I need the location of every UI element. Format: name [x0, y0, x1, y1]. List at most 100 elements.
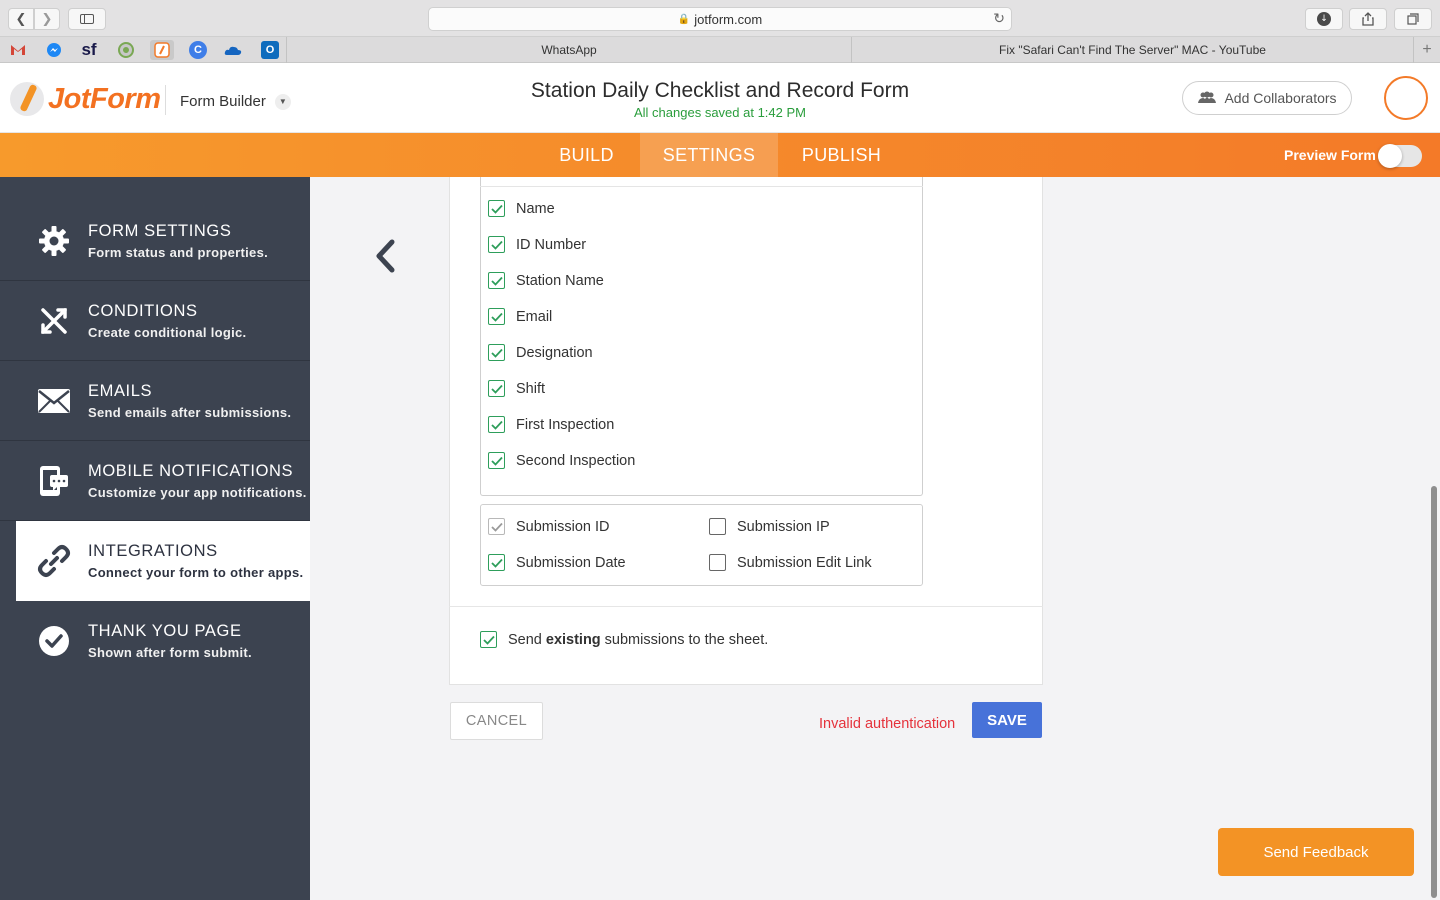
submission-field-row[interactable]: Submission IP [709, 518, 830, 535]
card-divider [449, 606, 1043, 607]
checkbox[interactable] [488, 200, 505, 217]
app-header: JotForm Form Builder ▼ Station Daily Che… [0, 63, 1440, 133]
send-existing-suffix: submissions to the sheet. [604, 631, 769, 648]
jotform-bookmark-icon[interactable] [150, 40, 174, 60]
check-icon [490, 522, 503, 532]
field-label: Name [516, 200, 555, 217]
sidebar-item-title: FORM SETTINGS [88, 222, 232, 240]
header-divider [165, 85, 166, 115]
back-button[interactable]: ❮ [8, 8, 34, 30]
sidebar-toggle-button[interactable] [68, 8, 106, 30]
tab-whatsapp[interactable]: WhatsApp [286, 37, 852, 63]
gear-icon [36, 223, 72, 259]
sidebar-item-conditions[interactable]: CONDITIONS Create conditional logic. [0, 281, 310, 361]
sidebar-item-mobile-notifications[interactable]: MOBILE NOTIFICATIONS Customize your app … [0, 441, 310, 521]
sidebar-item-thank-you-page[interactable]: THANK YOU PAGE Shown after form submit. [0, 601, 310, 681]
checkbox[interactable] [488, 452, 505, 469]
chevron-right-icon: ❯ [41, 11, 53, 27]
checkbox[interactable] [709, 554, 726, 571]
field-label: Email [516, 308, 553, 325]
onedrive-icon[interactable] [224, 41, 242, 59]
sidebar-item-title: THANK YOU PAGE [88, 622, 242, 640]
cancel-button[interactable]: CANCEL [450, 702, 543, 740]
browser-toolbar: ❮ ❯ 🔒 jotform.com ↻ ↓ [0, 0, 1440, 37]
submission-field-row[interactable]: Submission Edit Link [709, 554, 872, 571]
check-icon [490, 204, 503, 214]
submission-field-row[interactable]: Submission Date [488, 554, 626, 571]
mobile-icon [36, 463, 72, 499]
add-collaborators-button[interactable]: Add Collaborators [1182, 81, 1352, 115]
bookmarks-bar: sf C O WhatsApp Fix "Safari Can't Find T… [0, 37, 1440, 63]
check-icon [490, 312, 503, 322]
forward-button[interactable]: ❯ [34, 8, 60, 30]
check-icon [490, 348, 503, 358]
sidebar-item-form-settings[interactable]: FORM SETTINGS Form status and properties… [0, 201, 310, 281]
field-checkbox-row[interactable]: ID Number [488, 236, 586, 253]
save-status: All changes saved at 1:42 PM [634, 105, 806, 120]
outlook-icon[interactable]: O [261, 41, 279, 59]
preview-form-toggle[interactable] [1378, 144, 1422, 168]
share-icon [1362, 12, 1374, 26]
checkbox[interactable] [488, 416, 505, 433]
checkbox[interactable] [488, 554, 505, 571]
sidebar-item-desc: Create conditional logic. [88, 325, 247, 340]
field-checkbox-row[interactable]: Station Name [488, 272, 604, 289]
tab-publish[interactable]: PUBLISH [790, 133, 893, 177]
tab-settings[interactable]: SETTINGS [640, 133, 778, 177]
envelope-icon [36, 383, 72, 419]
field-checkbox-row[interactable]: Name [488, 200, 555, 217]
checkbox[interactable] [709, 518, 726, 535]
avatar[interactable] [1384, 76, 1428, 120]
checkbox[interactable] [488, 308, 505, 325]
checkbox-disabled [488, 518, 505, 535]
downloads-button[interactable]: ↓ [1305, 8, 1343, 30]
address-bar[interactable]: 🔒 jotform.com ↻ [428, 7, 1012, 31]
checkbox[interactable] [488, 344, 505, 361]
check-icon [490, 420, 503, 430]
show-tabs-button[interactable] [1394, 8, 1432, 30]
people-icon [1197, 91, 1217, 105]
gmail-icon[interactable] [9, 41, 27, 59]
save-button[interactable]: SAVE [972, 702, 1042, 738]
checkbox[interactable] [488, 380, 505, 397]
lock-icon: 🔒 [677, 13, 691, 25]
submission-field-row: Submission ID [488, 518, 609, 535]
tab-build[interactable]: BUILD [545, 133, 628, 177]
salesforce-icon[interactable]: sf [80, 40, 98, 59]
back-arrow-button[interactable] [370, 238, 400, 274]
field-checkbox-row[interactable]: First Inspection [488, 416, 614, 433]
checkbox[interactable] [480, 631, 497, 648]
chrome-web-icon[interactable] [117, 41, 135, 59]
canva-icon[interactable]: C [189, 41, 207, 59]
form-title[interactable]: Station Daily Checklist and Record Form [420, 79, 1020, 103]
sidebar-item-desc: Send emails after submissions. [88, 405, 292, 420]
field-checkbox-row[interactable]: Email [488, 308, 552, 325]
sidebar-icon [80, 14, 94, 24]
preview-form-label: Preview Form [1284, 147, 1376, 163]
add-collaborators-label: Add Collaborators [1224, 90, 1337, 106]
share-button[interactable] [1349, 8, 1387, 30]
send-existing-option[interactable]: Send existing submissions to the sheet. [480, 631, 768, 648]
messenger-icon[interactable] [45, 41, 63, 59]
field-checkbox-row[interactable]: Shift [488, 380, 545, 397]
checkbox[interactable] [488, 236, 505, 253]
send-feedback-button[interactable]: Send Feedback [1218, 828, 1414, 876]
form-builder-label: Form Builder [180, 93, 266, 110]
tab-youtube[interactable]: Fix "Safari Can't Find The Server" MAC -… [852, 37, 1414, 63]
sidebar-item-title: INTEGRATIONS [88, 542, 218, 560]
field-checkbox-row[interactable]: Designation [488, 344, 593, 361]
sidebar-item-integrations[interactable]: INTEGRATIONS Connect your form to other … [16, 521, 310, 601]
new-tab-button[interactable]: + [1414, 37, 1440, 63]
field-label: Shift [516, 380, 546, 397]
sidebar-item-emails[interactable]: EMAILS Send emails after submissions. [0, 361, 310, 441]
jotform-logo[interactable]: JotForm [10, 82, 161, 116]
field-checkbox-row[interactable]: Second Inspection [488, 452, 635, 469]
plus-icon: + [1422, 41, 1432, 58]
checkbox[interactable] [488, 272, 505, 289]
reload-icon[interactable]: ↻ [993, 11, 1005, 27]
form-builder-menu[interactable]: Form Builder ▼ [180, 93, 291, 110]
error-message: Invalid authentication [819, 716, 956, 732]
link-icon [36, 543, 72, 579]
chevron-left-icon [376, 239, 395, 273]
scrollbar[interactable] [1431, 486, 1437, 898]
